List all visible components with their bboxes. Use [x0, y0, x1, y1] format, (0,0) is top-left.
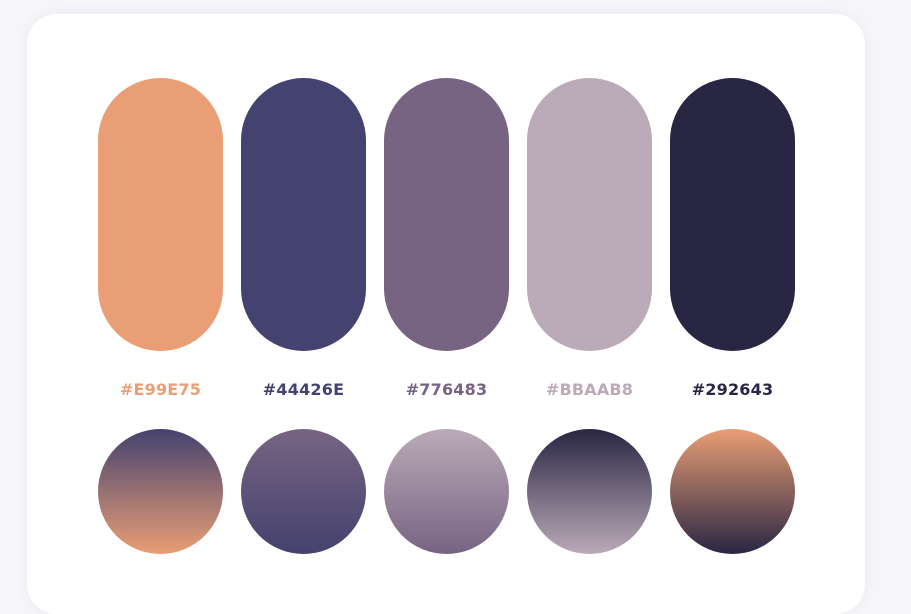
hex-code-3[interactable]: #776483 — [384, 378, 509, 402]
hex-code-2[interactable]: #44426E — [241, 378, 366, 402]
hex-code-5[interactable]: #292643 — [670, 378, 795, 402]
gradient-swatch-5[interactable] — [670, 429, 795, 554]
color-swatch-3[interactable] — [384, 78, 509, 351]
gradient-swatch-1[interactable] — [98, 429, 223, 554]
hex-code-1[interactable]: #E99E75 — [98, 378, 223, 402]
color-swatch-1[interactable] — [98, 78, 223, 351]
gradient-swatch-2[interactable] — [241, 429, 366, 554]
hex-code-4[interactable]: #BBAAB8 — [527, 378, 652, 402]
gradient-swatch-3[interactable] — [384, 429, 509, 554]
color-swatch-5[interactable] — [670, 78, 795, 351]
color-swatch-2[interactable] — [241, 78, 366, 351]
color-swatch-4[interactable] — [527, 78, 652, 351]
gradient-swatch-4[interactable] — [527, 429, 652, 554]
